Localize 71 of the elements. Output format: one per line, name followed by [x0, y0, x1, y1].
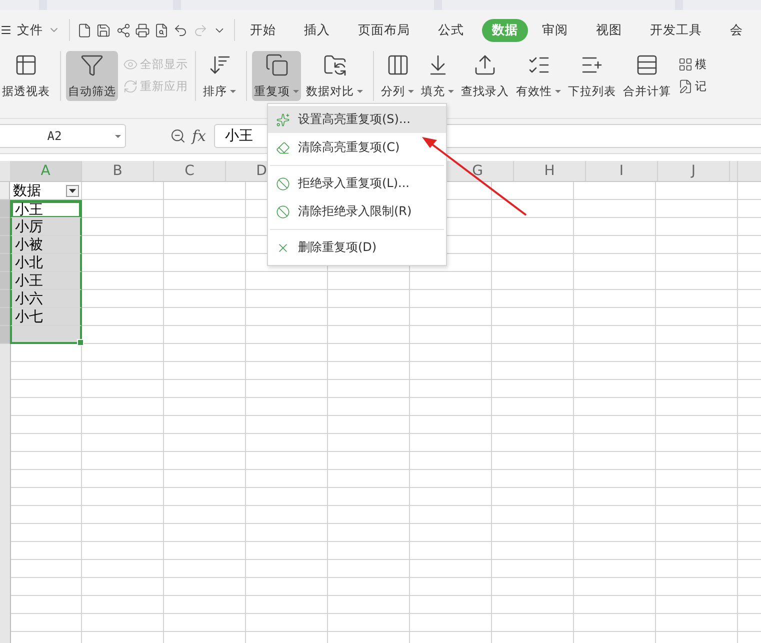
- table-cell: 小王: [10, 200, 82, 218]
- ribbon-tab[interactable]: 审阅: [532, 18, 578, 42]
- ribbon-tab[interactable]: 开发工具: [640, 18, 712, 42]
- row-header[interactable]: [0, 254, 10, 272]
- ribbon-button[interactable]: 据透视表: [0, 51, 52, 101]
- ribbon-tab[interactable]: 插入: [294, 18, 340, 42]
- sparkle-icon: [276, 112, 290, 126]
- row-header[interactable]: [0, 272, 10, 290]
- menu-item[interactable]: 设置高亮重复项(S)...: [268, 106, 446, 133]
- fill-handle[interactable]: [77, 339, 84, 346]
- filter-dropdown-button[interactable]: [66, 185, 79, 197]
- row-header[interactable]: [0, 236, 10, 254]
- zoom-out-icon[interactable]: [170, 128, 186, 144]
- document-search-icon: [154, 22, 170, 38]
- compare-icon: [322, 53, 346, 77]
- table-icon: [14, 53, 38, 77]
- upload-icon: [473, 53, 497, 77]
- eraser-icon: [276, 140, 290, 154]
- ribbon-button[interactable]: 填充: [419, 51, 456, 101]
- ribbon-button[interactable]: 查找录入: [459, 51, 511, 101]
- ribbon-tab[interactable]: 页面布局: [348, 18, 420, 42]
- ribbon-tab[interactable]: 视图: [586, 18, 632, 42]
- pen-document-icon: [678, 78, 693, 94]
- grid-icon: [678, 56, 693, 72]
- save-icon: [96, 22, 112, 38]
- row-header[interactable]: [0, 326, 10, 344]
- ribbon-button[interactable]: 有效性: [514, 51, 563, 101]
- document-icon: [77, 22, 92, 38]
- table-cell: 小王: [10, 272, 82, 290]
- funnel-icon: [80, 53, 104, 77]
- ribbon-button[interactable]: 下拉列表: [566, 51, 618, 101]
- file-menu[interactable]: 文件: [0, 16, 64, 44]
- overlapping-squares-icon: [264, 53, 288, 77]
- table-cell: 小被: [10, 236, 82, 254]
- ribbon-button[interactable]: 分列: [379, 51, 416, 101]
- refresh-icon: [123, 78, 138, 94]
- block-icon: [276, 204, 290, 218]
- table-cell: 小厉: [10, 218, 82, 236]
- rows-icon: [635, 53, 659, 77]
- redo-icon: [192, 22, 208, 38]
- block-icon: [276, 176, 290, 190]
- table-cell: 小六: [10, 290, 82, 308]
- table-cell: 数据: [10, 182, 82, 200]
- row-header[interactable]: [0, 200, 10, 218]
- ribbon-tab[interactable]: 会: [720, 18, 753, 42]
- ribbon-button[interactable]: 模: [678, 55, 707, 73]
- share-icon: [116, 22, 131, 38]
- undo-icon: [173, 22, 188, 38]
- table-cell: 小北: [10, 254, 82, 272]
- name-box[interactable]: A2: [0, 124, 126, 148]
- ribbon-button[interactable]: 数据对比: [304, 51, 365, 101]
- row-header[interactable]: [0, 182, 10, 200]
- row-header[interactable]: [0, 308, 10, 326]
- caret-icon: [69, 189, 76, 193]
- ribbon-button[interactable]: 重复项: [252, 51, 301, 101]
- printer-icon: [134, 22, 150, 38]
- ribbon-tab[interactable]: 公式: [428, 18, 474, 42]
- ribbon-tab[interactable]: 开始: [240, 18, 286, 42]
- table-cell: 小七: [10, 308, 82, 326]
- ribbon-button[interactable]: 自动筛选: [66, 51, 118, 101]
- ribbon-button[interactable]: 合并计算: [621, 51, 673, 101]
- function-button[interactable]: fx: [192, 127, 206, 145]
- menu-item[interactable]: 清除拒绝录入限制(R): [268, 198, 446, 225]
- menu-icon: [0, 24, 12, 36]
- eye-icon: [123, 56, 138, 72]
- row-header[interactable]: [0, 290, 10, 308]
- row-header[interactable]: [0, 218, 10, 236]
- menu-item[interactable]: 删除重复项(D): [268, 234, 446, 261]
- ribbon-button[interactable]: 排序: [201, 51, 238, 101]
- columns-icon: [386, 53, 410, 77]
- ribbon-button[interactable]: 记: [678, 77, 707, 95]
